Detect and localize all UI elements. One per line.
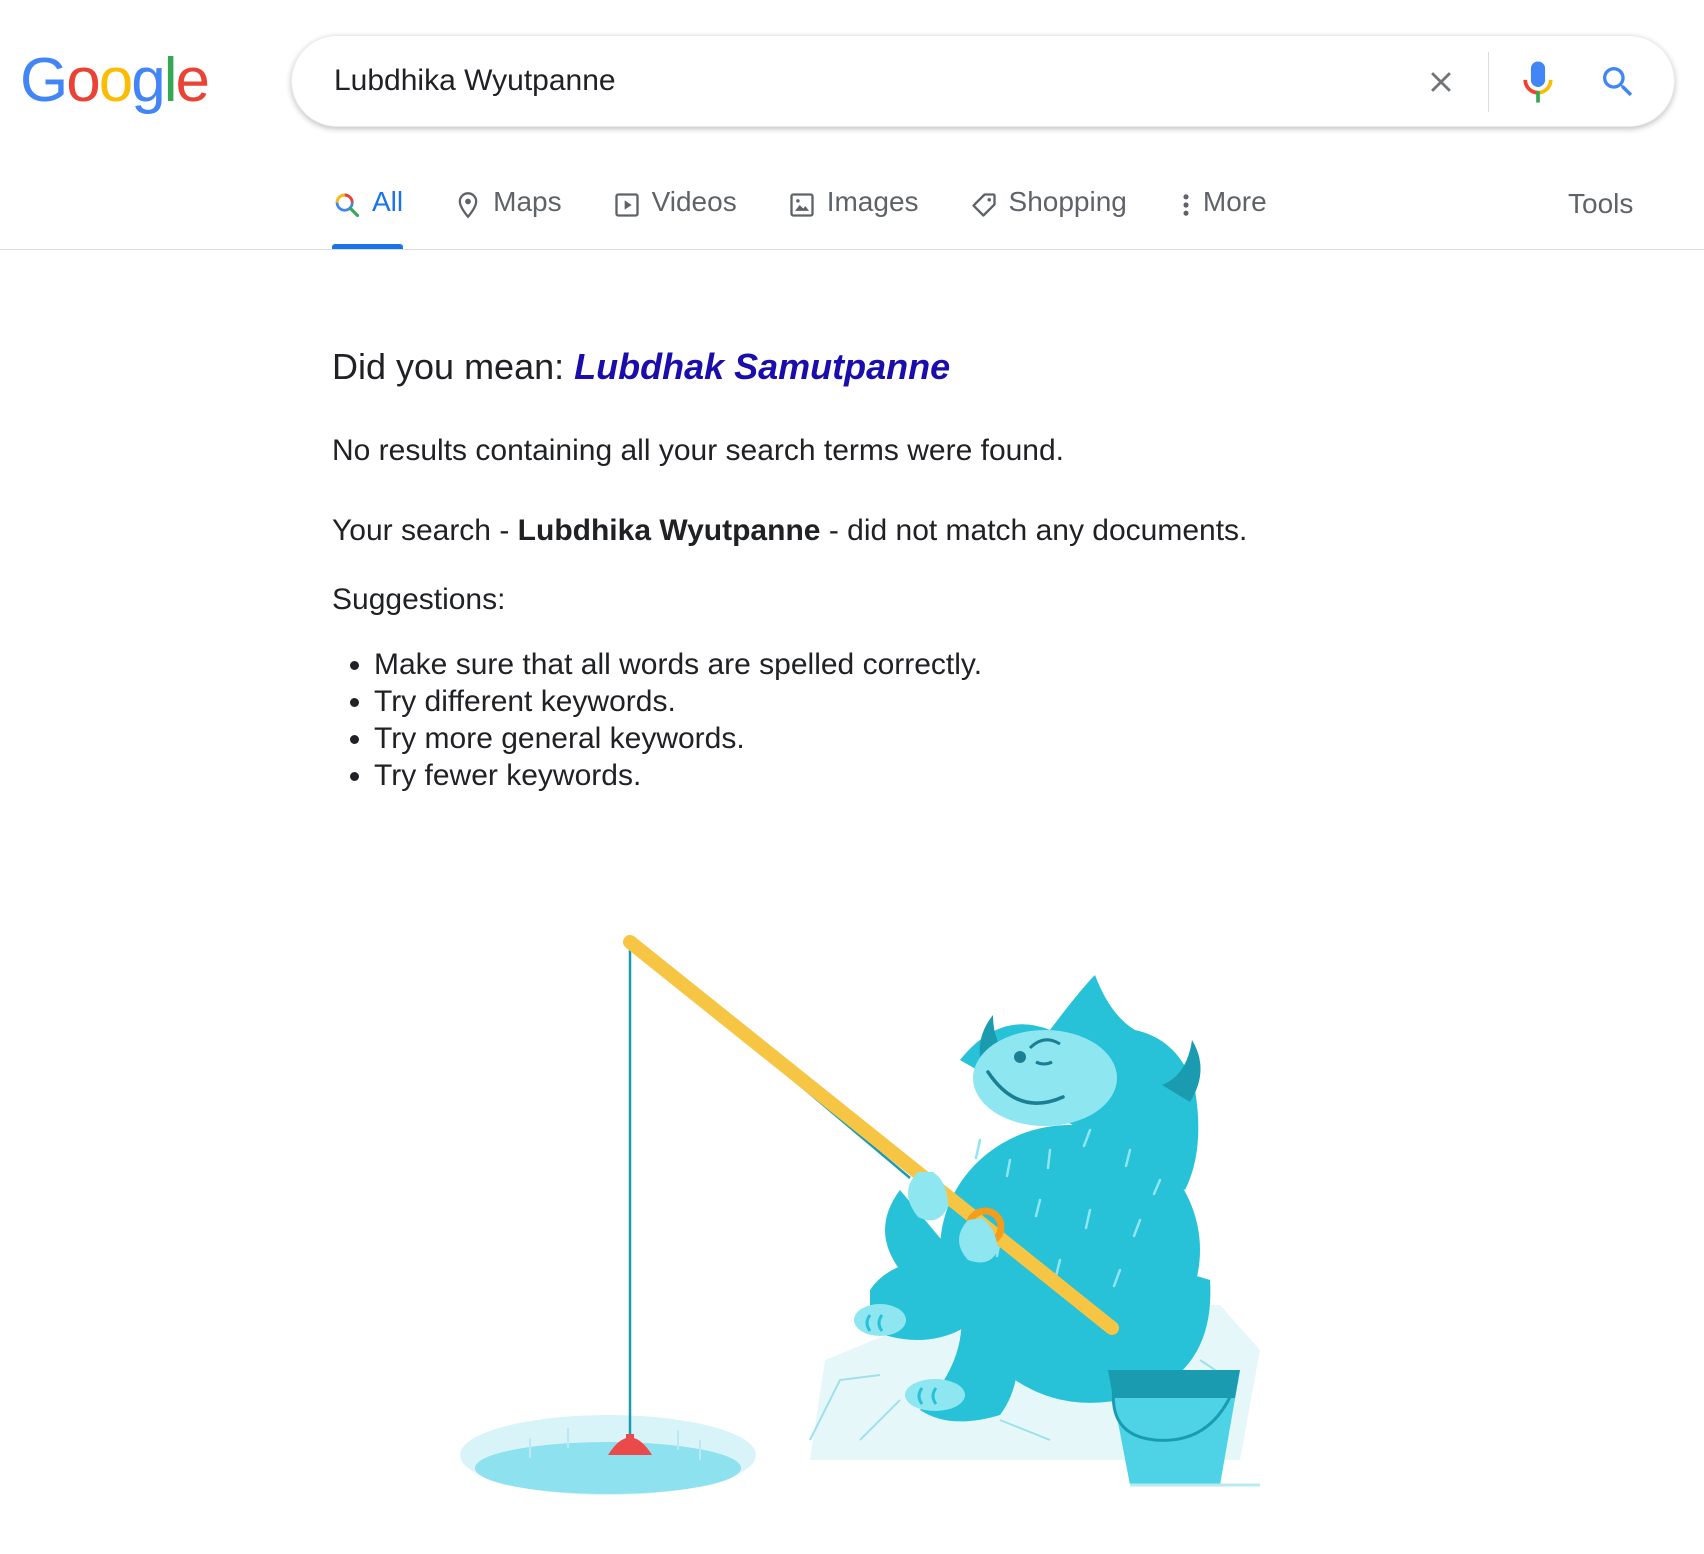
list-item: Make sure that all words are spelled cor… bbox=[374, 646, 982, 683]
play-icon bbox=[612, 190, 642, 220]
tab-label: All bbox=[372, 186, 404, 217]
your-search-suffix: - did not match any documents. bbox=[828, 514, 1248, 547]
logo-letter: o bbox=[66, 46, 101, 115]
logo-letter: l bbox=[163, 46, 178, 115]
search-icon bbox=[332, 190, 362, 220]
tab-label: More bbox=[1202, 186, 1267, 217]
more-vert-icon bbox=[1177, 190, 1195, 220]
search-icon bbox=[1603, 67, 1633, 97]
tab-label: Images bbox=[826, 186, 919, 217]
tab-shopping[interactable]: Shopping bbox=[969, 178, 1127, 250]
did-you-mean-label: Did you mean: bbox=[332, 346, 565, 387]
search-input[interactable] bbox=[334, 58, 1374, 104]
tab-label: Videos bbox=[651, 186, 737, 217]
google-logo[interactable]: Google bbox=[20, 46, 210, 116]
no-results-message: No results containing all your search te… bbox=[332, 434, 1065, 467]
search-button[interactable] bbox=[1594, 58, 1642, 106]
microphone-icon bbox=[1523, 61, 1553, 103]
did-you-mean: Did you mean: Lubdhak Samutpanne bbox=[332, 340, 1432, 394]
tag-icon bbox=[969, 190, 999, 220]
list-item: Try fewer keywords. bbox=[374, 757, 982, 794]
list-item: Try different keywords. bbox=[374, 683, 982, 720]
search-tabs: All Maps Videos Images Shopping More bbox=[332, 178, 1317, 250]
logo-letter: o bbox=[98, 46, 134, 115]
clear-search-button[interactable] bbox=[1417, 58, 1465, 106]
tab-maps[interactable]: Maps bbox=[453, 178, 562, 250]
logo-letter: g bbox=[131, 46, 166, 115]
tab-more[interactable]: More bbox=[1177, 178, 1267, 250]
suggestions-list: Make sure that all words are spelled cor… bbox=[332, 646, 982, 794]
close-icon bbox=[1431, 72, 1451, 92]
list-item: Try more general keywords. bbox=[374, 720, 982, 757]
fishing-monster-illustration bbox=[460, 935, 1260, 1495]
your-search-message: Your search - Lubdhika Wyutpanne - did n… bbox=[332, 508, 1247, 554]
search-divider bbox=[1488, 52, 1489, 112]
voice-search-button[interactable] bbox=[1514, 58, 1562, 106]
tab-all[interactable]: All bbox=[332, 178, 404, 250]
tab-videos[interactable]: Videos bbox=[612, 178, 737, 250]
tab-label: Shopping bbox=[1008, 186, 1127, 217]
tools-button[interactable]: Tools bbox=[1568, 186, 1633, 222]
your-search-query: Lubdhika Wyutpanne bbox=[517, 514, 821, 547]
logo-letter: G bbox=[20, 46, 68, 115]
search-box bbox=[291, 35, 1675, 127]
suggestions-title: Suggestions: bbox=[332, 583, 506, 616]
tab-images[interactable]: Images bbox=[787, 178, 919, 250]
map-pin-icon bbox=[453, 190, 483, 220]
tabs-divider bbox=[0, 249, 1704, 250]
image-icon bbox=[787, 190, 817, 220]
tab-label: Maps bbox=[493, 186, 562, 217]
your-search-prefix: Your search - bbox=[332, 514, 510, 547]
spelling-suggestion-link[interactable]: Lubdhak Samutpanne bbox=[574, 346, 950, 387]
logo-letter: e bbox=[175, 46, 210, 115]
